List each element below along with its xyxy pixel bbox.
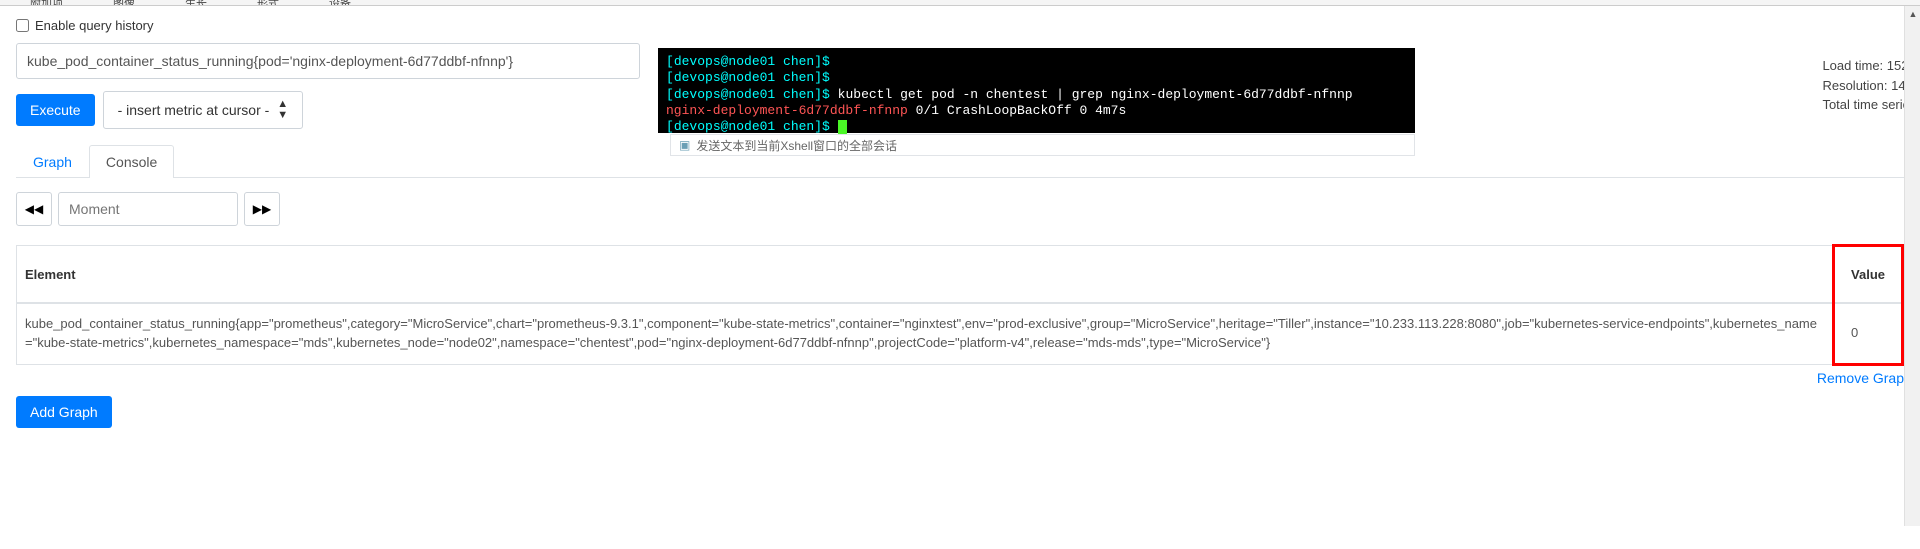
prev-page-button[interactable]: ◀◀ — [16, 192, 52, 226]
terminal-cursor-icon — [838, 120, 847, 134]
overlay-bar: ▣ 发送文本到当前Xshell窗口的全部会话 — [670, 134, 1415, 156]
history-checkbox-row: Enable query history — [16, 18, 1904, 33]
double-chevron-right-icon: ▶▶ — [253, 202, 271, 216]
terminal-overlay: [devops@node01 chen]$ [devops@node01 che… — [658, 48, 1415, 133]
execute-button[interactable]: Execute — [16, 94, 95, 126]
insert-metric-dropdown[interactable]: - insert metric at cursor - ▲▼ — [103, 91, 304, 129]
tab-graph[interactable]: Graph — [16, 145, 89, 178]
element-header: Element — [17, 246, 1834, 304]
terminal-line: [devops@node01 chen]$ — [666, 119, 1407, 135]
terminal-output-line: nginx-deployment-6d77ddbf-nfnnp 0/1 Cras… — [666, 103, 1407, 119]
caret-sort-icon: ▲▼ — [277, 99, 288, 121]
table-header-row: Element Value — [17, 246, 1903, 304]
main-panel: Enable query history Load time: 152m Res… — [0, 6, 1920, 526]
query-input[interactable] — [16, 43, 640, 79]
double-chevron-left-icon: ◀◀ — [25, 202, 43, 216]
terminal-line: [devops@node01 chen]$ — [666, 70, 1407, 86]
next-page-button[interactable]: ▶▶ — [244, 192, 280, 226]
value-header-highlighted: Value — [1834, 246, 1903, 304]
overlay-text: 发送文本到当前Xshell窗口的全部会话 — [696, 137, 897, 154]
enable-history-checkbox[interactable] — [16, 19, 29, 32]
table-row: kube_pod_container_status_running{app="p… — [17, 303, 1903, 364]
remove-graph-link[interactable]: Remove Grap — [16, 370, 1904, 386]
enable-history-label: Enable query history — [35, 18, 154, 33]
tab-console[interactable]: Console — [89, 145, 174, 178]
broadcast-icon: ▣ — [679, 138, 690, 152]
scroll-up-arrow-icon[interactable]: ▲ — [1905, 6, 1920, 22]
element-cell: kube_pod_container_status_running{app="p… — [17, 303, 1834, 364]
value-cell-highlighted: 0 — [1834, 303, 1903, 364]
add-graph-button[interactable]: Add Graph — [16, 396, 112, 428]
moment-input[interactable] — [58, 192, 238, 226]
terminal-line: [devops@node01 chen]$ kubectl get pod -n… — [666, 87, 1407, 103]
result-table: Element Value kube_pod_container_status_… — [16, 244, 1904, 366]
vertical-scrollbar[interactable]: ▲ — [1904, 6, 1920, 526]
dropdown-label: - insert metric at cursor - — [118, 102, 270, 118]
time-controls: ◀◀ ▶▶ — [16, 192, 1904, 226]
terminal-line: [devops@node01 chen]$ — [666, 54, 1407, 70]
